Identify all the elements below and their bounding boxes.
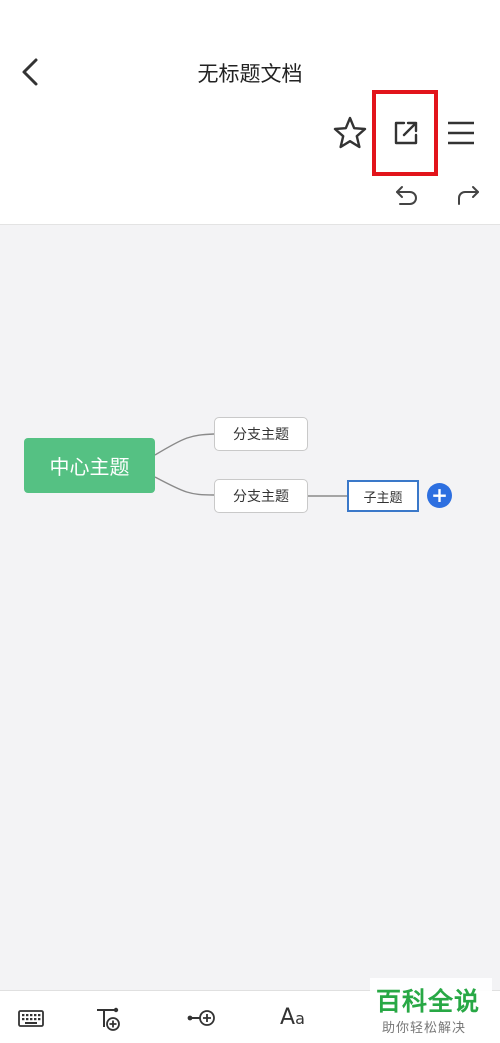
subtopic-node-selected[interactable]: 子主题 bbox=[347, 480, 419, 512]
menu-button[interactable] bbox=[442, 114, 480, 152]
add-sibling-topic-icon bbox=[187, 1010, 215, 1026]
watermark-logo: 百科全说 助你轻松解决 bbox=[370, 978, 492, 1040]
keyboard-button[interactable] bbox=[16, 1003, 46, 1033]
keyboard-icon bbox=[18, 1010, 44, 1027]
font-label-small: a bbox=[295, 1009, 305, 1028]
add-child-topic-button[interactable] bbox=[94, 1003, 124, 1033]
add-sibling-topic-button[interactable] bbox=[186, 1003, 220, 1033]
hamburger-menu-icon bbox=[448, 121, 474, 145]
branch-topic-node[interactable]: 分支主题 bbox=[214, 417, 308, 451]
watermark-subtitle: 助你轻松解决 bbox=[382, 1021, 467, 1036]
font-label-large: A bbox=[280, 1005, 296, 1030]
favorite-button[interactable] bbox=[331, 114, 369, 152]
connector-central-branch-1 bbox=[154, 433, 215, 456]
central-topic-node[interactable]: 中心主题 bbox=[24, 438, 155, 493]
add-child-topic-icon bbox=[97, 1007, 120, 1031]
star-icon bbox=[333, 116, 367, 149]
mindmap-connectors bbox=[154, 433, 347, 497]
connector-central-branch-2 bbox=[154, 476, 215, 496]
redo-icon bbox=[458, 186, 479, 205]
undo-icon bbox=[396, 186, 417, 205]
undo-button[interactable] bbox=[392, 180, 422, 210]
branch-topic-node[interactable]: 分支主题 bbox=[214, 479, 308, 513]
highlight-annotation-box bbox=[372, 90, 438, 176]
mindmap-canvas[interactable]: 中心主题 分支主题 分支主题 子主题 + bbox=[0, 225, 500, 990]
document-title: 无标题文档 bbox=[197, 62, 303, 86]
watermark-title: 百科全说 bbox=[376, 987, 481, 1016]
add-topic-button[interactable]: + bbox=[427, 483, 452, 508]
app-header: 无标题文档 bbox=[0, 0, 500, 225]
redo-button[interactable] bbox=[453, 180, 483, 210]
font-style-button[interactable]: Aa bbox=[280, 1003, 316, 1033]
